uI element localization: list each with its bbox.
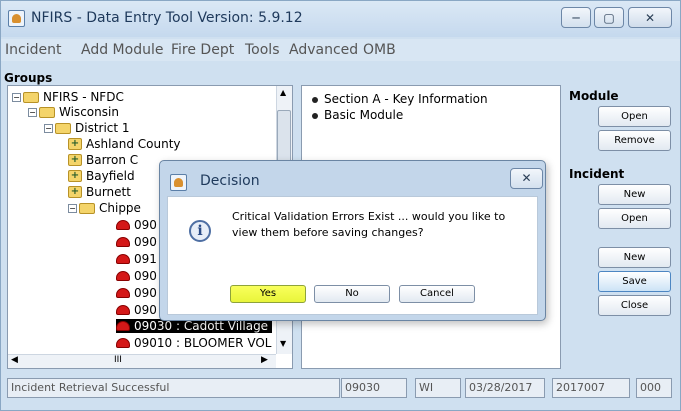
tree-node-dept[interactable]: 090 <box>116 269 157 283</box>
java-cup-icon <box>8 10 25 27</box>
section-a-item[interactable]: Section A - Key Information <box>312 92 488 106</box>
module-open-button[interactable]: Open <box>598 106 671 127</box>
fire-helmet-icon <box>116 237 130 247</box>
fire-helmet-icon <box>116 220 130 230</box>
fire-helmet-icon <box>116 288 130 298</box>
dialog-body: i Critical Validation Errors Exist ... w… <box>167 196 538 315</box>
scroll-left-icon[interactable]: ◀ <box>11 355 18 365</box>
folder-icon <box>39 106 55 118</box>
window-title: NFIRS - Data Entry Tool Version: 5.9.12 <box>31 10 303 26</box>
maximize-button[interactable]: ▢ <box>594 7 624 28</box>
folder-icon <box>23 91 39 103</box>
menu-fire-dept[interactable]: Fire Dept <box>171 42 234 58</box>
folder-icon <box>55 122 71 134</box>
scroll-down-icon[interactable]: ▼ <box>280 339 286 348</box>
decision-dialog: Decision ✕ i Critical Validation Errors … <box>159 160 546 321</box>
tree-node-bayfield[interactable]: + Bayfield <box>68 169 135 183</box>
plus-folder-icon: + <box>68 138 82 150</box>
tree-node-ashland[interactable]: + Ashland County <box>68 137 181 151</box>
dialog-close-button[interactable]: ✕ <box>510 168 543 189</box>
status-date: 03/28/2017 <box>465 378 545 398</box>
close-button[interactable]: Close <box>598 295 671 316</box>
tree-node-barron[interactable]: + Barron C <box>68 153 138 167</box>
scroll-right-icon[interactable]: ▶ <box>261 355 268 365</box>
fire-helmet-icon <box>116 271 130 281</box>
fire-helmet-icon <box>116 321 130 331</box>
minimize-icon: ─ <box>572 10 580 25</box>
collapse-icon[interactable]: − <box>44 123 53 133</box>
tree-node-burnett[interactable]: + Burnett <box>68 185 131 199</box>
module-label: Module <box>569 89 619 103</box>
close-icon: ✕ <box>644 10 656 25</box>
menu-tools[interactable]: Tools <box>245 42 280 58</box>
tree-node-wisconsin[interactable]: − Wisconsin <box>28 105 119 119</box>
save-button[interactable]: Save <box>598 271 671 292</box>
menu-omb[interactable]: OMB <box>363 42 396 58</box>
module-remove-button[interactable]: Remove <box>598 130 671 151</box>
scroll-grip-icon: III <box>114 355 122 365</box>
new-exposure-button[interactable]: New Exposure <box>598 247 671 282</box>
tree-node-dept[interactable]: 09010 : BLOOMER VOL <box>116 336 271 350</box>
plus-folder-icon: + <box>68 186 82 198</box>
close-window-button[interactable]: ✕ <box>628 7 672 28</box>
groups-label: Groups <box>4 71 53 85</box>
status-fdid: 09030 <box>341 378 407 398</box>
minimize-button[interactable]: ─ <box>561 7 591 28</box>
fire-helmet-icon <box>116 305 130 315</box>
collapse-icon[interactable]: − <box>68 203 77 213</box>
status-state: WI <box>415 378 461 398</box>
status-exposure: 000 <box>636 378 672 398</box>
tree-node-dept[interactable]: 090 <box>116 218 157 232</box>
incident-new-button[interactable]: New <box>598 184 671 205</box>
bullet-icon <box>312 112 318 119</box>
java-cup-icon <box>170 174 187 191</box>
dialog-title: Decision <box>200 173 260 189</box>
tree-node-dept[interactable]: 090 <box>116 286 157 300</box>
plus-folder-icon: + <box>68 154 82 166</box>
menu-add-module[interactable]: Add Module <box>81 42 163 58</box>
collapse-icon[interactable]: − <box>12 92 21 102</box>
fire-helmet-icon <box>116 254 130 264</box>
tree-node-selected[interactable]: 09030 : Cadott Village <box>116 319 273 333</box>
close-icon: ✕ <box>521 171 532 185</box>
tree-node-district-1[interactable]: − District 1 <box>44 121 130 135</box>
title-bar: NFIRS - Data Entry Tool Version: 5.9.12 … <box>1 1 680 37</box>
menu-bar: Incident Add Module Fire Dept Tools Adva… <box>1 39 680 61</box>
plus-folder-icon: + <box>68 170 82 182</box>
tree-node-nfirs[interactable]: − NFIRS - NFDC <box>12 90 124 104</box>
scroll-up-icon[interactable]: ▲ <box>280 88 286 97</box>
incident-open-button[interactable]: Open <box>598 208 671 229</box>
tree-node-dept[interactable]: 090 <box>116 235 157 249</box>
menu-incident[interactable]: Incident <box>5 42 61 58</box>
no-button[interactable]: No <box>314 285 390 303</box>
cancel-button[interactable]: Cancel <box>399 285 475 303</box>
yes-button[interactable]: Yes <box>230 285 306 303</box>
basic-module-item[interactable]: Basic Module <box>312 108 403 122</box>
status-incident-number: 2017007 <box>552 378 630 398</box>
fire-helmet-icon <box>116 338 130 348</box>
bullet-icon <box>312 96 318 103</box>
status-message: Incident Retrieval Successful <box>7 378 340 398</box>
tree-node-dept[interactable]: 091 <box>116 252 157 266</box>
tree-horizontal-scrollbar[interactable]: ◀ III ▶ <box>8 354 276 368</box>
menu-advanced[interactable]: Advanced <box>289 42 358 58</box>
maximize-icon: ▢ <box>603 10 615 25</box>
dialog-message: Critical Validation Errors Exist ... wou… <box>232 210 506 239</box>
tree-node-chippewa[interactable]: − Chippe <box>68 201 141 215</box>
incident-label: Incident <box>569 167 625 181</box>
folder-icon <box>79 202 95 214</box>
tree-node-dept[interactable]: 090 <box>116 303 157 317</box>
info-icon: i <box>189 220 211 242</box>
collapse-icon[interactable]: − <box>28 107 37 117</box>
